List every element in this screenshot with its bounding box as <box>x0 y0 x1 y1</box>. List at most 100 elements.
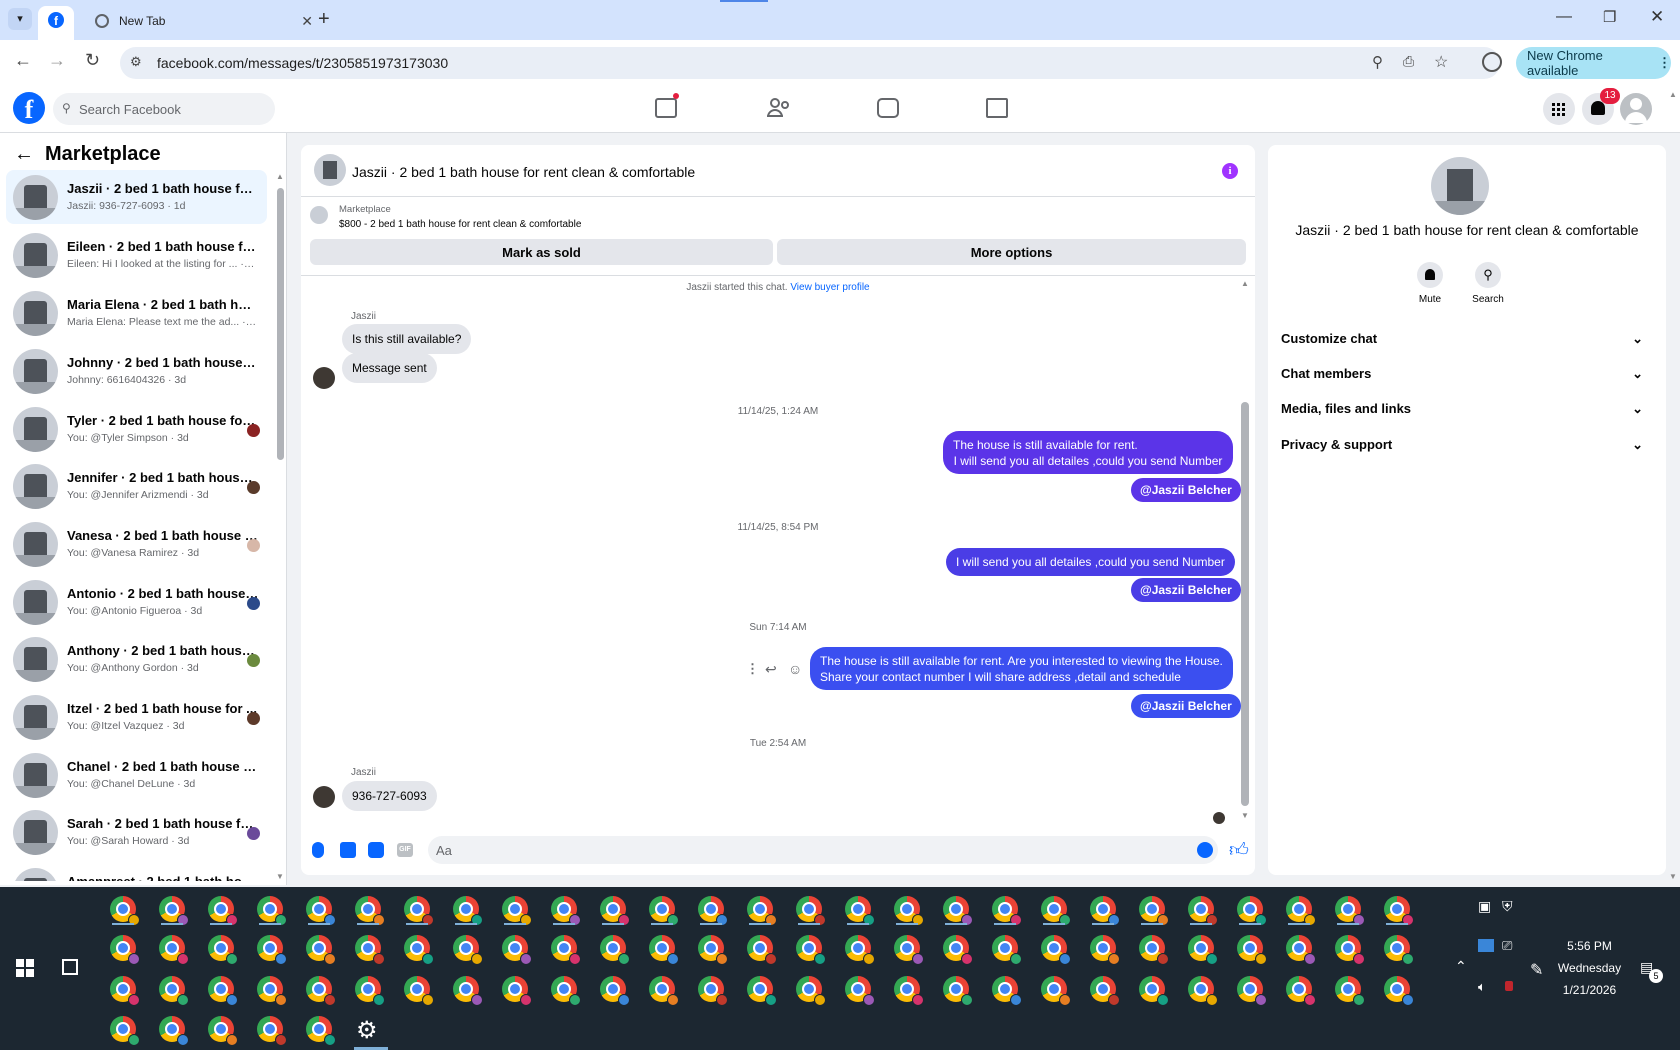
friends-icon[interactable] <box>767 98 791 118</box>
new-tab-button[interactable]: + <box>318 8 330 31</box>
search-conversation-button[interactable]: ⚲ <box>1475 262 1501 288</box>
chrome-taskbar-icon[interactable] <box>306 935 336 965</box>
chrome-taskbar-icon[interactable] <box>1188 935 1218 965</box>
chrome-taskbar-icon[interactable] <box>600 935 630 965</box>
chrome-taskbar-icon[interactable] <box>1188 976 1218 1006</box>
chrome-taskbar-icon[interactable] <box>502 935 532 965</box>
chrome-taskbar-icon[interactable] <box>747 935 777 965</box>
chrome-taskbar-icon[interactable] <box>845 896 875 926</box>
chrome-taskbar-icon[interactable] <box>1384 976 1414 1006</box>
chrome-taskbar-icon[interactable] <box>649 935 679 965</box>
conversation-item[interactable]: Eileen · 2 bed 1 bath house for r... Eile… <box>6 228 267 282</box>
chrome-taskbar-icon[interactable] <box>453 976 483 1006</box>
home-icon[interactable] <box>655 93 679 118</box>
security-icon[interactable]: ⛨ <box>1502 898 1513 915</box>
chrome-taskbar-icon[interactable] <box>110 935 140 965</box>
zoom-icon[interactable]: ⚲ <box>1372 53 1383 71</box>
conversation-item[interactable]: Itzel · 2 bed 1 bath house for ... You: @… <box>6 690 267 744</box>
chrome-taskbar-icon[interactable] <box>943 976 973 1006</box>
conversation-item[interactable]: Maria Elena · 2 bed 1 bath hous... Maria … <box>6 286 267 340</box>
chrome-taskbar-icon[interactable] <box>502 896 532 926</box>
chrome-taskbar-icon[interactable] <box>698 935 728 965</box>
search-input[interactable]: ⚲ Search Facebook <box>53 93 275 125</box>
back-icon[interactable]: ← <box>14 50 32 71</box>
sender-avatar[interactable] <box>313 367 335 389</box>
tab-facebook[interactable]: f <box>38 6 74 40</box>
conversation-item[interactable]: Chanel · 2 bed 1 bath house for ... You: … <box>6 748 267 802</box>
chrome-taskbar-icon[interactable] <box>306 976 336 1006</box>
chat-header-title[interactable]: Jaszii · 2 bed 1 bath house for rent cle… <box>352 164 695 180</box>
outgoing-message[interactable]: The house is still available for rent. I … <box>943 431 1233 474</box>
chat-scroll-down-icon[interactable]: ▼ <box>1241 811 1249 820</box>
gif-icon[interactable]: GIF <box>397 843 413 857</box>
chrome-taskbar-icon[interactable] <box>110 896 140 926</box>
clock-day[interactable]: Wednesday <box>1556 961 1623 975</box>
network-icon[interactable]: ⎚ <box>1502 938 1512 954</box>
chrome-taskbar-icon[interactable] <box>257 976 287 1006</box>
chrome-taskbar-icon[interactable] <box>698 896 728 926</box>
profile-icon[interactable] <box>1482 52 1502 72</box>
chrome-taskbar-icon[interactable] <box>1237 935 1267 965</box>
chat-scrollbar[interactable] <box>1241 402 1249 806</box>
chrome-taskbar-icon[interactable] <box>992 935 1022 965</box>
chrome-taskbar-icon[interactable] <box>747 976 777 1006</box>
chrome-taskbar-icon[interactable] <box>1286 976 1316 1006</box>
chrome-taskbar-icon[interactable] <box>1139 976 1169 1006</box>
chrome-taskbar-icon[interactable] <box>208 976 238 1006</box>
message-input[interactable]: Aa <box>428 836 1218 864</box>
mention-tag[interactable]: @Jaszii Belcher <box>1131 694 1241 718</box>
chrome-taskbar-icon[interactable] <box>1335 935 1365 965</box>
battery-icon[interactable] <box>1505 981 1513 991</box>
outgoing-message[interactable]: I will send you all detailes ,could you … <box>946 548 1235 576</box>
outgoing-message[interactable]: The house is still available for rent. A… <box>810 647 1233 690</box>
conversation-item[interactable]: Amanpreet · 2 bed 1 bath ho... <box>6 863 267 881</box>
chrome-taskbar-icon[interactable] <box>1335 896 1365 926</box>
chrome-taskbar-icon[interactable] <box>992 976 1022 1006</box>
chrome-taskbar-icon[interactable] <box>502 976 532 1006</box>
chrome-taskbar-icon[interactable] <box>1335 976 1365 1006</box>
conversation-item[interactable]: Jennifer · 2 bed 1 bath house ... You: @J… <box>6 459 267 513</box>
chrome-taskbar-icon[interactable] <box>1286 896 1316 926</box>
chrome-taskbar-icon[interactable] <box>1041 896 1071 926</box>
chrome-taskbar-icon[interactable] <box>159 1016 189 1046</box>
chrome-taskbar-icon[interactable] <box>1139 896 1169 926</box>
conversation-item[interactable]: Johnny · 2 bed 1 bath house for... Johnny… <box>6 344 267 398</box>
chrome-taskbar-icon[interactable] <box>600 976 630 1006</box>
chrome-taskbar-icon[interactable] <box>110 976 140 1006</box>
chrome-taskbar-icon[interactable] <box>159 976 189 1006</box>
chrome-taskbar-icon[interactable] <box>600 896 630 926</box>
chrome-taskbar-icon[interactable] <box>1090 935 1120 965</box>
page-scroll-down-icon[interactable]: ▼ <box>1669 872 1677 881</box>
chrome-taskbar-icon[interactable] <box>551 896 581 926</box>
mute-button[interactable] <box>1417 262 1443 288</box>
chrome-taskbar-icon[interactable] <box>355 935 385 965</box>
pen-icon[interactable]: ✎ <box>1530 960 1543 980</box>
conversation-item[interactable]: Vanesa · 2 bed 1 bath house f... You: @Va… <box>6 517 267 571</box>
mention-tag[interactable]: @Jaszii Belcher <box>1131 478 1241 502</box>
sidebar-scrollbar[interactable] <box>277 188 284 460</box>
conversation-item[interactable]: Jaszii · 2 bed 1 bath house for re... Jas… <box>6 170 267 224</box>
view-buyer-profile-link[interactable]: View buyer profile <box>790 282 869 293</box>
chrome-taskbar-icon[interactable] <box>453 935 483 965</box>
incoming-message[interactable]: Is this still available? <box>342 324 472 354</box>
site-info-icon[interactable]: ⚙ <box>130 54 142 70</box>
marketplace-icon[interactable] <box>986 98 1008 118</box>
conversation-item[interactable]: Sarah · 2 bed 1 bath house fo... You: @Sa… <box>6 805 267 859</box>
chrome-taskbar-icon[interactable] <box>698 976 728 1006</box>
listing-thumbnail[interactable] <box>310 206 328 224</box>
chrome-taskbar-icon[interactable] <box>992 896 1022 926</box>
chrome-taskbar-icon[interactable] <box>257 1016 287 1046</box>
chrome-taskbar-icon[interactable] <box>1237 896 1267 926</box>
sticker-icon[interactable] <box>368 842 384 858</box>
forward-icon[interactable]: → <box>48 50 66 71</box>
chrome-taskbar-icon[interactable] <box>1090 896 1120 926</box>
chrome-taskbar-icon[interactable] <box>404 935 434 965</box>
chrome-taskbar-icon[interactable] <box>894 935 924 965</box>
chrome-taskbar-icon[interactable] <box>551 976 581 1006</box>
show-hidden-icons[interactable]: ⌃ <box>1455 958 1467 975</box>
conversation-item[interactable]: Antonio · 2 bed 1 bath house ... You: @An… <box>6 575 267 629</box>
page-scroll-up-icon[interactable]: ▲ <box>1669 90 1677 99</box>
new-chrome-button[interactable]: New Chrome available ⋮ <box>1516 47 1671 79</box>
account-avatar[interactable] <box>1620 93 1652 125</box>
chrome-taskbar-icon[interactable] <box>110 1016 140 1046</box>
